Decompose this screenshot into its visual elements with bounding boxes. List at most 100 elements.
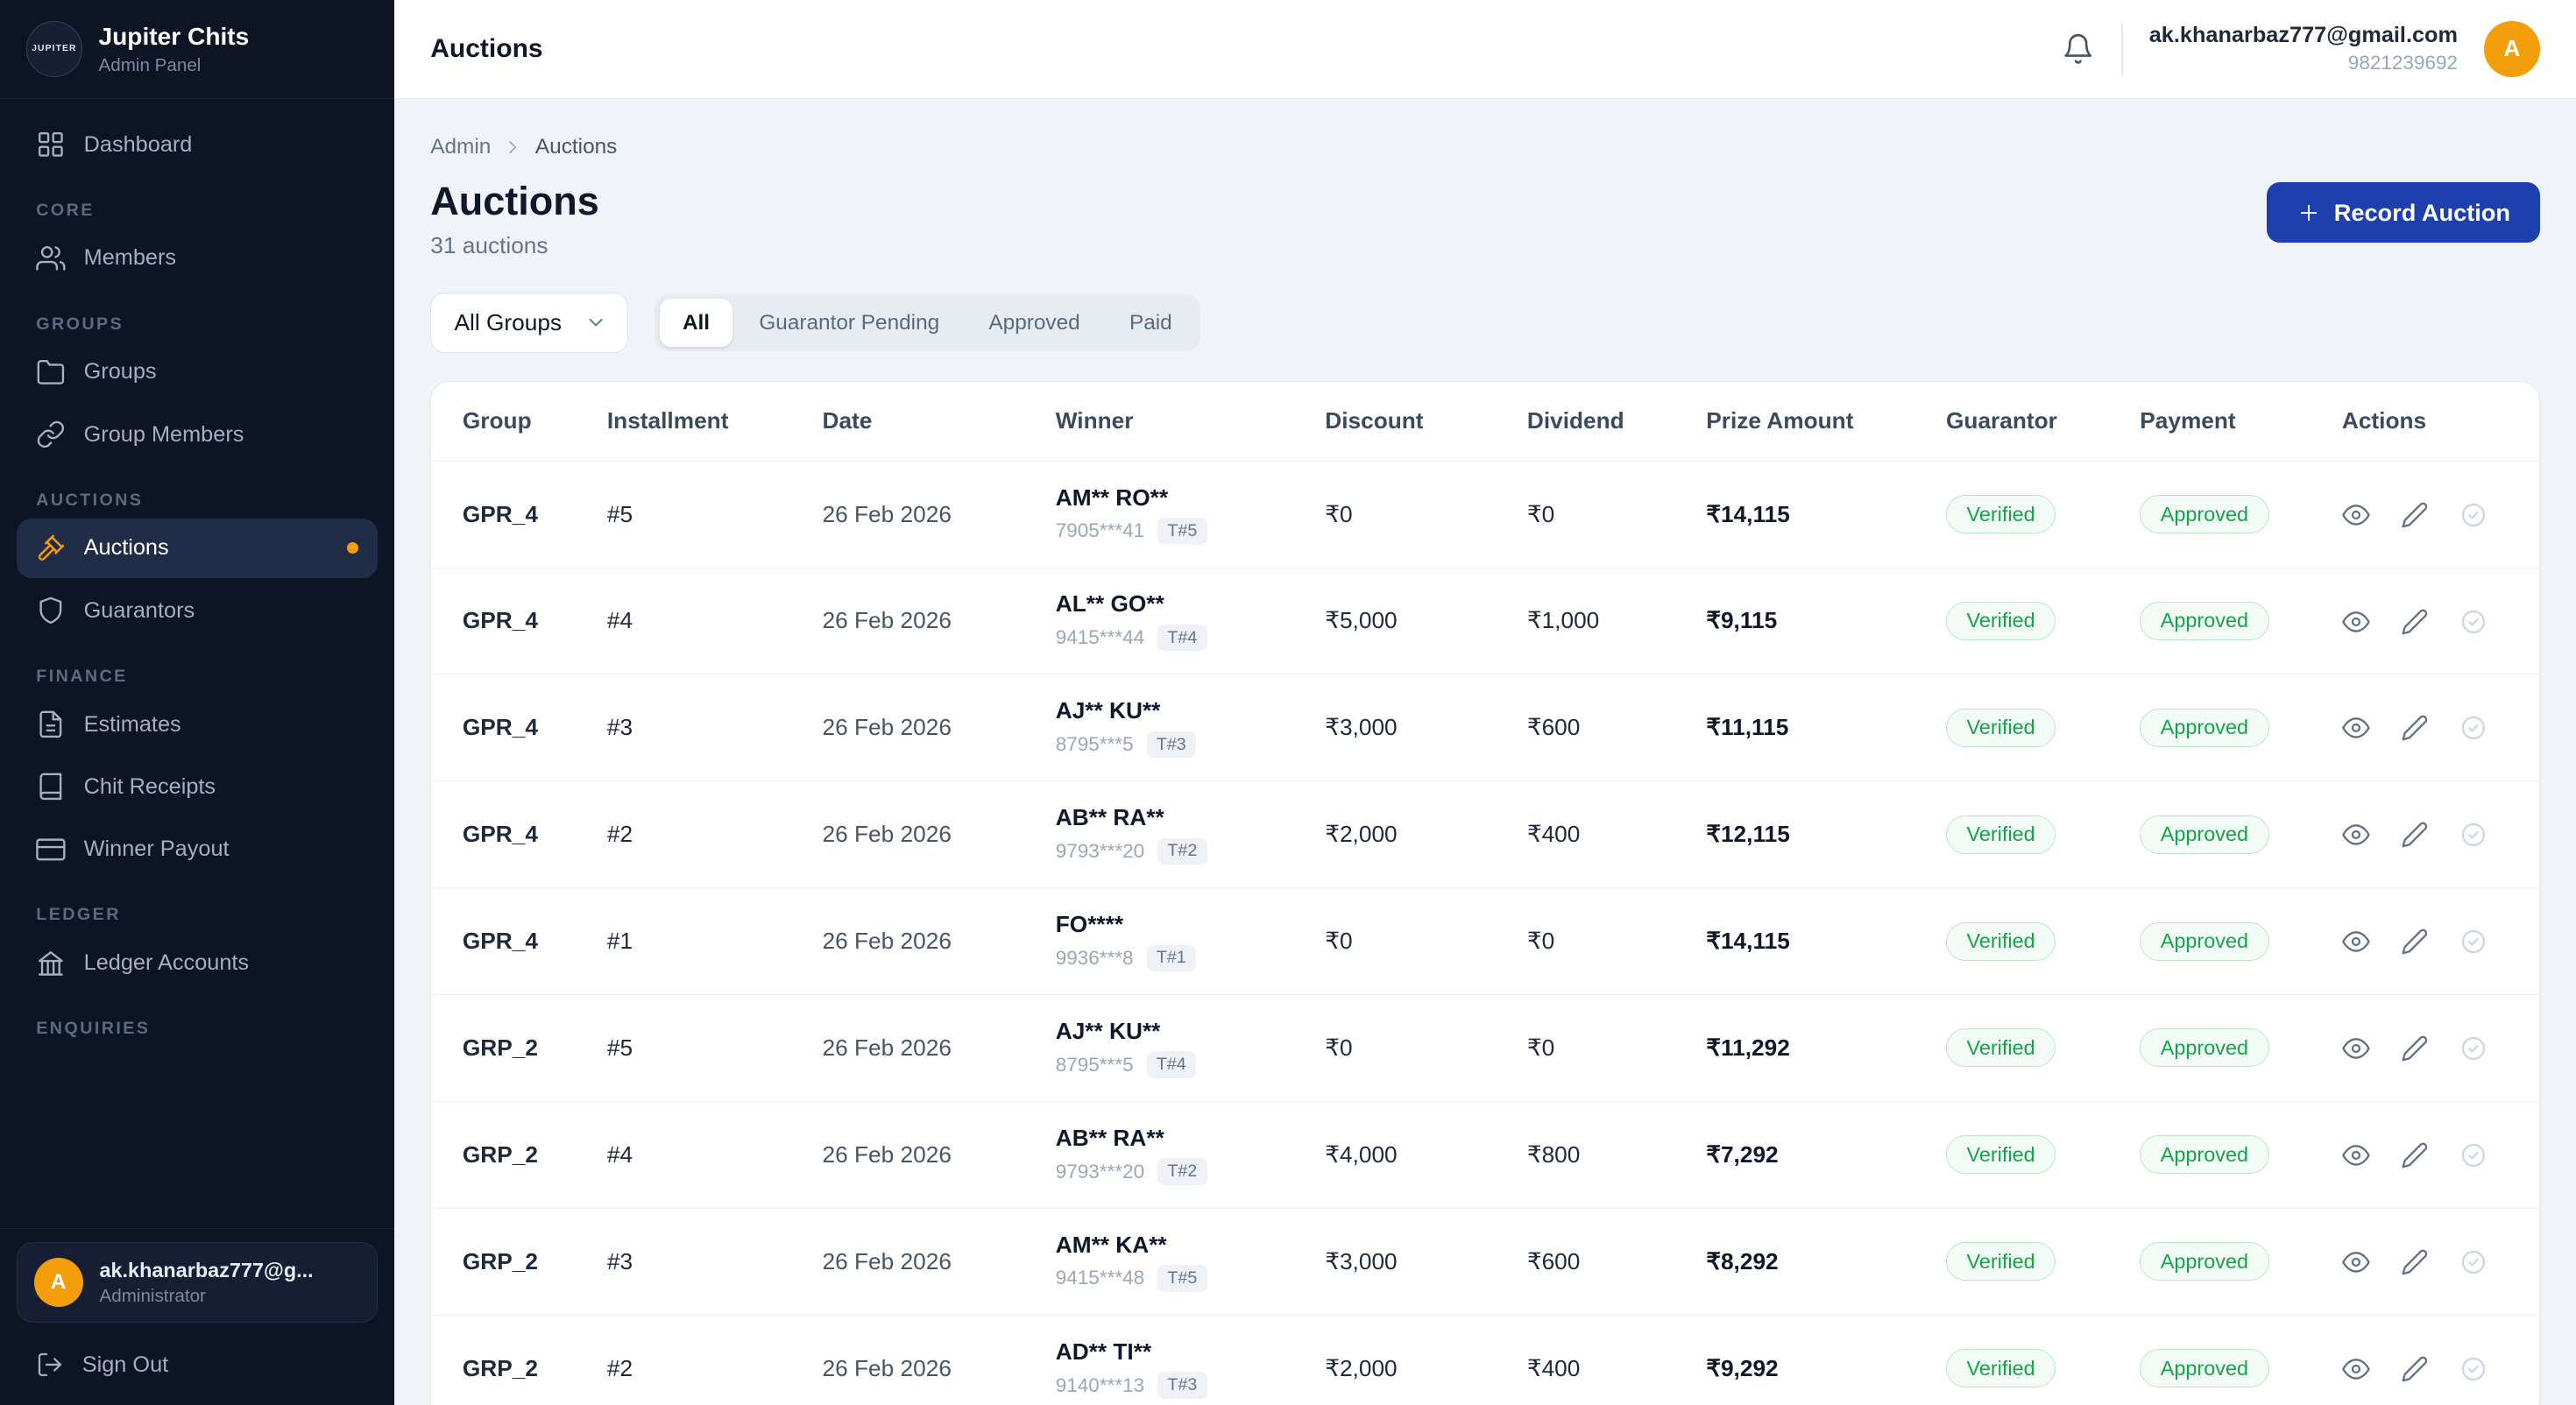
sidebar-item-guarantors[interactable]: Guarantors <box>17 581 379 640</box>
approve-button[interactable] <box>2459 1248 2488 1276</box>
view-button[interactable] <box>2342 501 2370 529</box>
nav-section-label-ledger: LEDGER <box>36 905 358 925</box>
approve-button[interactable] <box>2459 1034 2488 1063</box>
date-cell: 26 Feb 2026 <box>823 714 952 740</box>
tab-approved[interactable]: Approved <box>966 299 1103 346</box>
sidebar-item-label: Guarantors <box>84 598 358 624</box>
tab-all[interactable]: All <box>660 299 733 346</box>
approve-button[interactable] <box>2459 1141 2488 1169</box>
sidebar-item-dashboard[interactable]: Dashboard <box>17 115 379 174</box>
edit-button[interactable] <box>2401 714 2429 742</box>
active-indicator-dot <box>347 542 358 554</box>
view-button[interactable] <box>2342 1355 2370 1383</box>
breadcrumb-admin[interactable]: Admin <box>430 135 491 159</box>
edit-button[interactable] <box>2401 608 2429 636</box>
discount-cell: ₹3,000 <box>1325 1248 1397 1274</box>
sidebar-item-label: Dashboard <box>84 132 358 158</box>
view-button[interactable] <box>2342 608 2370 636</box>
edit-button[interactable] <box>2401 928 2429 956</box>
view-button[interactable] <box>2342 1141 2370 1169</box>
sidebar-item-auctions[interactable]: Auctions <box>17 519 379 578</box>
edit-button[interactable] <box>2401 501 2429 529</box>
prize-amount-cell: ₹11,115 <box>1706 714 1788 740</box>
sidebar-item-ledger-accounts[interactable]: Ledger Accounts <box>17 934 379 993</box>
approve-button[interactable] <box>2459 501 2488 529</box>
view-button[interactable] <box>2342 821 2370 849</box>
brand-subtitle: Admin Panel <box>99 55 250 76</box>
column-header-discount: Discount <box>1325 382 1527 461</box>
guarantor-status-badge: Verified <box>1946 1028 2056 1067</box>
sidebar-item-group-members[interactable]: Group Members <box>17 405 379 464</box>
payment-status-badge: Approved <box>2140 602 2268 640</box>
approve-button[interactable] <box>2459 1355 2488 1383</box>
plus-icon <box>2296 201 2321 225</box>
view-button[interactable] <box>2342 1034 2370 1063</box>
group-filter-value: All Groups <box>455 309 563 336</box>
sidebar-item-label: Auctions <box>84 535 329 561</box>
nav-section-label-finance: FINANCE <box>36 667 358 687</box>
sidebar-item-estimates[interactable]: Estimates <box>17 695 379 754</box>
approve-button[interactable] <box>2459 714 2488 742</box>
date-cell: 26 Feb 2026 <box>823 607 952 633</box>
sidebar-item-chit-receipts[interactable]: Chit Receipts <box>17 758 379 817</box>
prize-amount-cell: ₹8,292 <box>1706 1248 1778 1274</box>
dividend-cell: ₹0 <box>1527 928 1554 954</box>
ticket-badge: T#2 <box>1157 1158 1207 1185</box>
shield-icon <box>36 596 66 625</box>
guarantor-status-badge: Verified <box>1946 495 2056 533</box>
edit-button[interactable] <box>2401 1355 2429 1383</box>
winner-name: AL** GO** <box>1056 590 1313 618</box>
sidebar-item-members[interactable]: Members <box>17 229 379 288</box>
approve-button[interactable] <box>2459 821 2488 849</box>
avatar[interactable]: A <box>2484 21 2540 77</box>
group-filter-select[interactable]: All Groups <box>430 293 628 353</box>
installment-cell: #5 <box>607 501 633 527</box>
winner-phone: 8795***5 <box>1056 1054 1134 1077</box>
account-phone: 9821239692 <box>2149 51 2458 75</box>
sidebar-item-label: Estimates <box>84 712 358 738</box>
edit-button[interactable] <box>2401 1034 2429 1063</box>
date-cell: 26 Feb 2026 <box>823 1248 952 1274</box>
guarantor-status-badge: Verified <box>1946 1242 2056 1281</box>
edit-button[interactable] <box>2401 1141 2429 1169</box>
prize-amount-cell: ₹7,292 <box>1706 1141 1778 1168</box>
auctions-table-card: GroupInstallmentDateWinnerDiscountDivide… <box>430 381 2540 1405</box>
sign-out-button[interactable]: Sign Out <box>0 1330 394 1405</box>
edit-button[interactable] <box>2401 1248 2429 1276</box>
tab-paid[interactable]: Paid <box>1107 299 1195 346</box>
date-cell: 26 Feb 2026 <box>823 1141 952 1168</box>
table-row: GPR_4 #3 26 Feb 2026 AJ** KU** 8795***5 … <box>431 674 2540 781</box>
nav-section-label-core: CORE <box>36 201 358 221</box>
column-header-dividend: Dividend <box>1527 382 1706 461</box>
payment-status-badge: Approved <box>2140 815 2268 854</box>
discount-cell: ₹2,000 <box>1325 821 1397 847</box>
winner-phone: 9793***20 <box>1056 840 1144 863</box>
view-button[interactable] <box>2342 1248 2370 1276</box>
approve-button[interactable] <box>2459 608 2488 636</box>
record-auction-button[interactable]: Record Auction <box>2267 182 2540 243</box>
chevron-down-icon <box>584 311 607 334</box>
ticket-badge: T#3 <box>1157 1372 1207 1399</box>
winner-name: AJ** KU** <box>1056 697 1313 724</box>
view-button[interactable] <box>2342 928 2370 956</box>
avatar: A <box>34 1258 83 1307</box>
topbar-title: Auctions <box>430 34 542 64</box>
prize-amount-cell: ₹12,115 <box>1706 821 1790 847</box>
sidebar-user-role: Administrator <box>100 1286 314 1307</box>
guarantor-status-badge: Verified <box>1946 922 2056 961</box>
sidebar-user-name: ak.khanarbaz777@g... <box>100 1259 314 1282</box>
sidebar-item-winner-payout[interactable]: Winner Payout <box>17 820 379 879</box>
sidebar-item-groups[interactable]: Groups <box>17 342 379 402</box>
table-header-row: GroupInstallmentDateWinnerDiscountDivide… <box>431 382 2540 461</box>
tab-guarantor-pending[interactable]: Guarantor Pending <box>736 299 962 346</box>
sidebar-user-card[interactable]: A ak.khanarbaz777@g... Administrator <box>17 1242 379 1323</box>
edit-button[interactable] <box>2401 821 2429 849</box>
breadcrumb: Admin Auctions <box>430 135 2540 159</box>
payment-status-badge: Approved <box>2140 922 2268 961</box>
notifications-bell-icon[interactable] <box>2062 32 2095 66</box>
approve-button[interactable] <box>2459 928 2488 956</box>
dashboard-icon <box>36 130 66 159</box>
dividend-cell: ₹800 <box>1527 1141 1581 1168</box>
view-button[interactable] <box>2342 714 2370 742</box>
sidebar-footer: A ak.khanarbaz777@g... Administrator <box>0 1228 394 1330</box>
